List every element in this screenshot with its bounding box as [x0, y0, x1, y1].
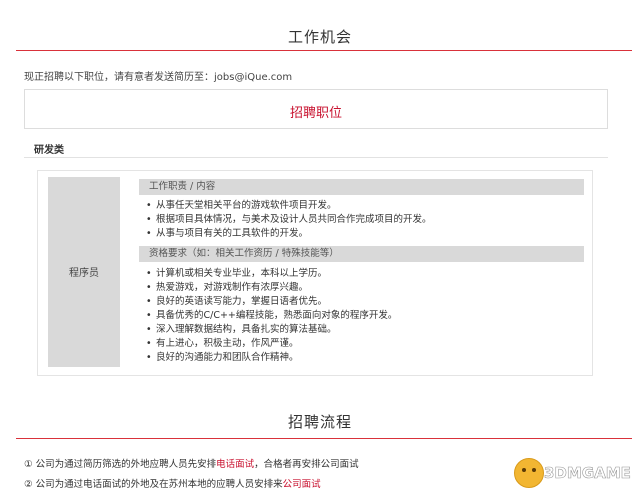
process-underline [16, 438, 632, 439]
intro-text: 现正招聘以下职位，请有意者发送简历至：jobs@iQue.com [24, 72, 293, 83]
category-label: 研发类 [34, 145, 64, 156]
step-text: 公司为通过简历筛选的外地应聘人员先安排 [35, 459, 217, 470]
title-underline [16, 50, 632, 51]
list-item: • 深入理解数据结构，具备扎实的算法基础。 [146, 324, 337, 335]
step-text-tail: ，合格者再安排公司面试 [254, 459, 359, 470]
phone-interview-link[interactable]: 电话面试 [216, 459, 254, 470]
list-item: • 良好的沟通能力和团队合作精神。 [146, 352, 299, 363]
watermark-text: 3DMGAME [544, 464, 632, 483]
duties-list: • 从事任天堂相关平台的游戏软件项目开发。 • 根据项目具体情况，与美术及设计人员共… [146, 199, 432, 241]
list-item: • 从事任天堂相关平台的游戏软件项目开发。 [146, 200, 337, 211]
list-item: • 热爱游戏，对游戏制作有浓厚兴趣。 [146, 282, 309, 293]
role-name: 程序员 [69, 268, 99, 279]
step-number: ① [24, 459, 33, 470]
list-item: • 有上进心，积极主动，作风严谨。 [146, 338, 299, 349]
role-cell: 程序员 [48, 177, 120, 367]
process-step-1: ① 公司为通过简历筛选的外地应聘人员先安排电话面试，合格者再安排公司面试 [24, 456, 359, 470]
category-divider [24, 157, 608, 158]
watermark: 3DMGAME [514, 456, 634, 490]
requirements-list: • 计算机或相关专业毕业，本科以上学历。 • 热爱游戏，对游戏制作有浓厚兴趣。 • 良… [146, 267, 397, 365]
list-item: • 良好的英语读写能力，掌握日语者优先。 [146, 296, 328, 307]
requirements-header: 资格要求（如：相关工作资历 / 特殊技能等） [139, 246, 584, 262]
step-text: 公司为通过电话面试的外地及在苏州本地的应聘人员安排来 [35, 479, 283, 490]
step-number: ② [24, 479, 33, 490]
list-item: • 根据项目具体情况，与美术及设计人员共同合作完成项目的开发。 [146, 214, 432, 225]
duties-header: 工作职责 / 内容 [139, 179, 584, 195]
positions-label: 招聘职位 [289, 106, 342, 121]
list-item: • 计算机或相关专业毕业，本科以上学历。 [146, 268, 328, 279]
office-interview-link[interactable]: 公司面试 [283, 479, 321, 490]
process-step-2: ② 公司为通过电话面试的外地及在苏州本地的应聘人员安排来公司面试 [24, 476, 321, 490]
positions-box: 招聘职位 [24, 89, 608, 129]
mascot-logo-icon [514, 458, 544, 488]
list-item: • 具备优秀的C/C++编程技能，熟悉面向对象的程序开发。 [146, 310, 398, 321]
list-item: • 从事与项目有关的工具软件的开发。 [146, 228, 309, 239]
section-title-jobs: 工作机会 [287, 28, 352, 46]
section-title-process: 招聘流程 [287, 413, 352, 431]
